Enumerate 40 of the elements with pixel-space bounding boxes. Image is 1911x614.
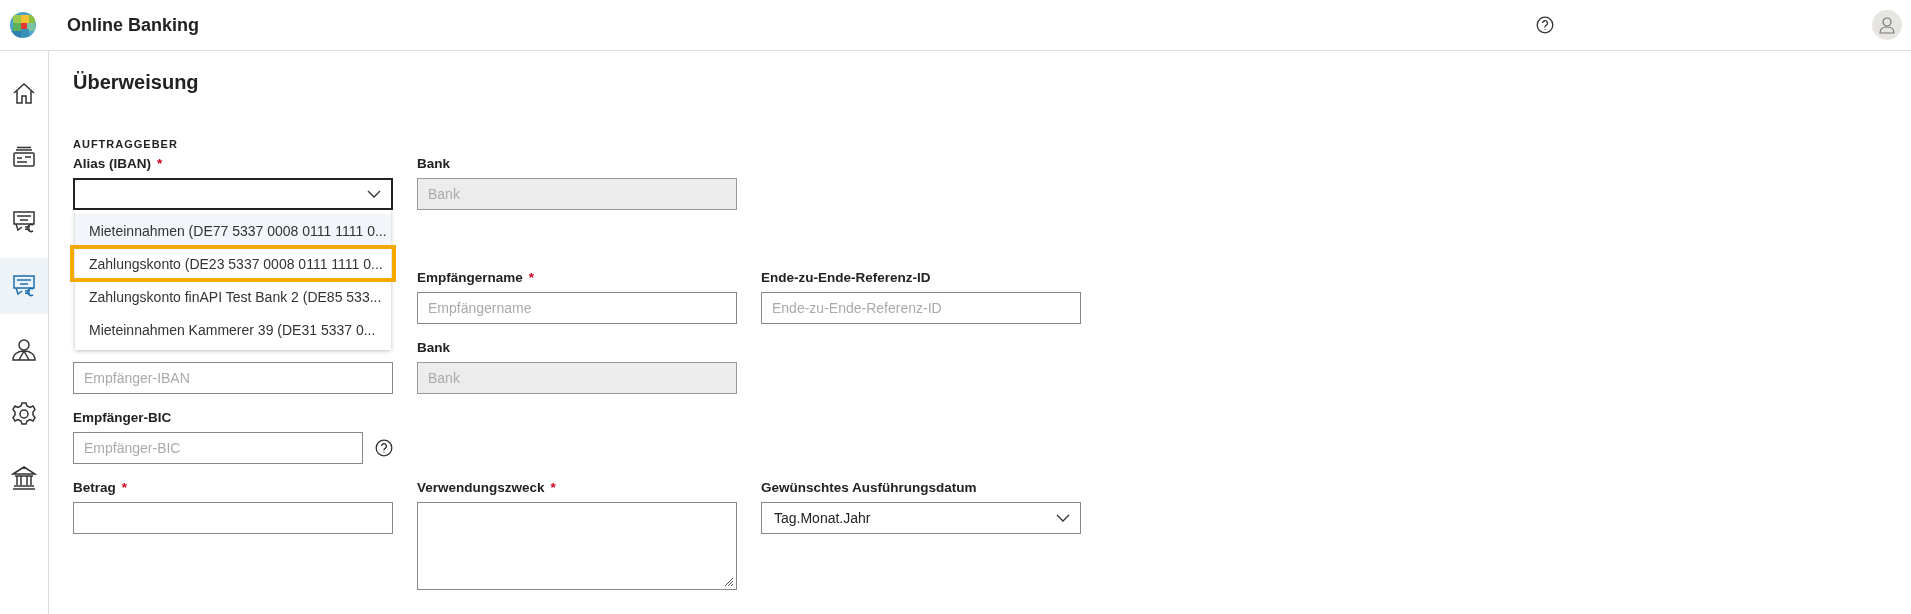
resize-handle-icon[interactable]: [724, 577, 734, 587]
logo-icon: [9, 11, 37, 39]
avatar-icon[interactable]: [1872, 10, 1902, 40]
dropdown-option[interactable]: Mieteinnahmen (DE77 5337 0008 0111 1111 0...: [75, 214, 391, 247]
page-title: Überweisung: [73, 71, 200, 94]
required-marker: *: [528, 270, 535, 287]
help-icon[interactable]: [1536, 16, 1554, 34]
required-marker: *: [550, 480, 556, 497]
field-label: Bank: [417, 340, 450, 357]
field-label: Ende-zu-Ende-Referenz-ID: [761, 270, 931, 287]
help-icon[interactable]: [375, 439, 393, 457]
select-field[interactable]: [73, 178, 393, 210]
home-icon[interactable]: [11, 81, 37, 107]
field-label: Alias (IBAN): [73, 156, 151, 173]
field-label: Empfänger-BIC: [73, 410, 172, 427]
field-label: Empfängername: [417, 270, 523, 287]
input-field[interactable]: Ende-zu-Ende-Referenz-ID: [761, 292, 1081, 324]
text-area[interactable]: [417, 502, 737, 590]
invoice-euro-icon[interactable]: [11, 209, 37, 235]
field-label: Betrag: [73, 480, 116, 497]
input-field[interactable]: Empfänger-BIC: [73, 432, 363, 464]
settings-icon[interactable]: [11, 401, 37, 427]
field-label: Gewünschtes Ausführungsdatum: [761, 480, 977, 497]
chevron-icon: [1056, 514, 1070, 522]
app-title: Online Banking: [67, 14, 199, 36]
chevron-icon: [367, 190, 381, 198]
input-field[interactable]: [73, 502, 393, 534]
bank-icon[interactable]: [11, 465, 37, 491]
dropdown-option[interactable]: Zahlungskonto (DE23 5337 0008 0111 1111 0...: [72, 247, 394, 280]
section-title: AUFTRAGGEBER: [73, 138, 179, 150]
field-label: Verwendungszweck: [417, 480, 545, 497]
input-field[interactable]: Empfängername: [417, 292, 737, 324]
input-field[interactable]: Empfänger-IBAN: [73, 362, 393, 394]
required-marker: *: [121, 480, 128, 497]
required-marker: *: [157, 156, 163, 173]
field-label: Bank: [417, 156, 450, 173]
select-field[interactable]: Tag.Monat.Jahr: [761, 502, 1081, 534]
dropdown-option[interactable]: Zahlungskonto finAPI Test Bank 2 (DE85 533...: [75, 280, 391, 313]
person-icon[interactable]: [11, 337, 37, 363]
dropdown-option[interactable]: Mieteinnahmen Kammerer 39 (DE31 5337 0...: [75, 313, 391, 346]
